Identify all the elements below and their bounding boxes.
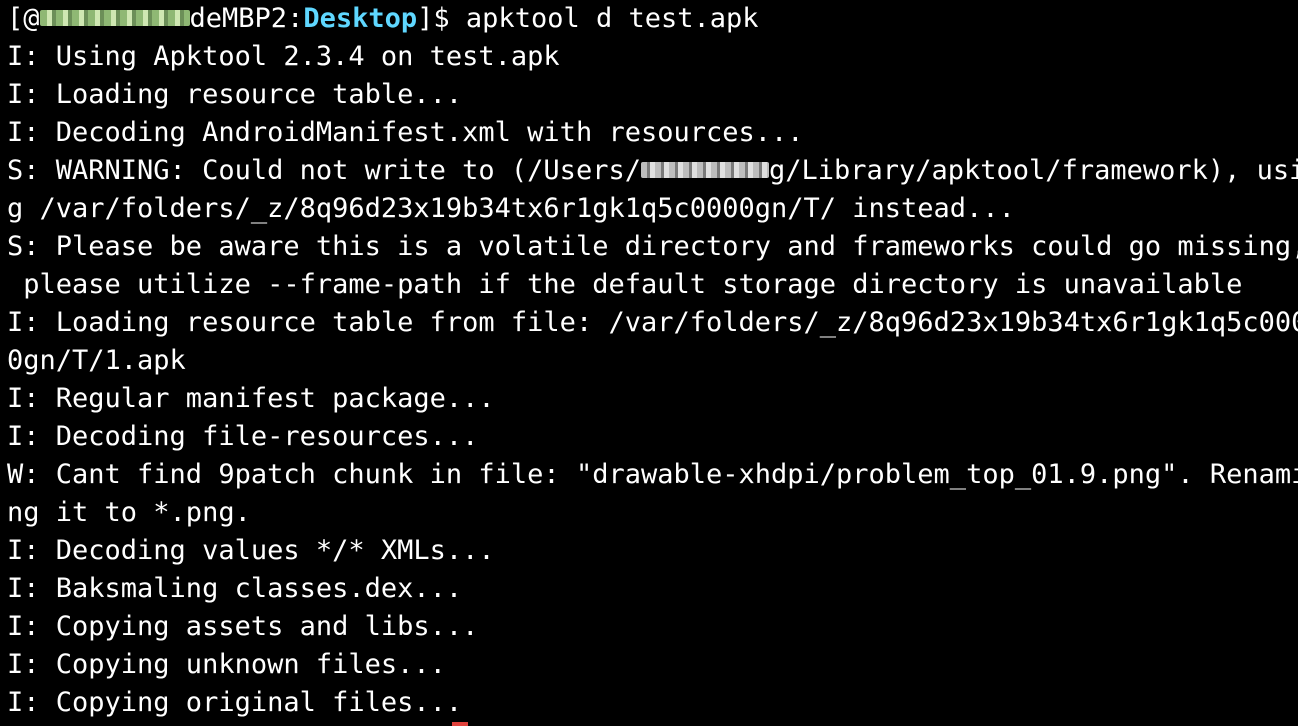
output-line: I: Copying unknown files... — [7, 649, 446, 680]
output-line: I: Regular manifest package... — [7, 383, 495, 414]
output-line: I: Decoding AndroidManifest.xml with res… — [7, 117, 804, 148]
output-line: g /var/folders/_z/8q96d23x19b34tx6r1gk1q… — [7, 193, 1015, 224]
prompt-line: [@ deMBP2:Desktop]$ apktool d test.apk — [7, 0, 1298, 38]
output-line: I: Baksmaling classes.dex... — [7, 573, 463, 604]
warning-line: S: WARNING: Could not write to (/Users/g… — [7, 152, 1298, 190]
output-line: please utilize --frame-path if the defau… — [7, 269, 1243, 300]
prompt-colon: : — [287, 3, 304, 34]
output-line: I: Loading resource table from file: /va… — [7, 307, 1298, 338]
warning-prefix: S: WARNING: Could not write to (/Users/ — [7, 155, 641, 186]
terminal-cursor — [452, 722, 468, 726]
prompt-command: apktool d test.apk — [465, 3, 759, 34]
output-line: I: Copying original files... — [7, 687, 463, 718]
output-line: I: Decoding file-resources... — [7, 421, 479, 452]
output-line: ng it to *.png. — [7, 497, 251, 528]
output-line: I: Copying assets and libs... — [7, 611, 479, 642]
warning-suffix: g/Library/apktool/framework), usin — [768, 155, 1298, 186]
output-line: S: Please be aware this is a volatile di… — [7, 231, 1298, 262]
prompt-directory: Desktop — [303, 3, 418, 34]
output-line: I: Decoding values */* XMLs... — [7, 535, 495, 566]
output-line: I: Loading resource table... — [7, 79, 463, 110]
output-line: W: Cant find 9patch chunk in file: "draw… — [7, 459, 1298, 490]
output-line: I: Using Apktool 2.3.4 on test.apk — [7, 41, 560, 72]
terminal-window[interactable]: [@ deMBP2:Desktop]$ apktool d test.apk I:… — [0, 0, 1298, 726]
prompt-user-prefix: @ — [23, 3, 40, 34]
output-line: 0gn/T/1.apk — [7, 345, 186, 376]
prompt-open-bracket: [ — [7, 3, 24, 34]
prompt-host: deMBP2 — [189, 3, 288, 34]
redacted-path-segment — [640, 161, 769, 178]
prompt-close: ]$ — [417, 3, 466, 34]
redacted-username — [39, 9, 190, 26]
